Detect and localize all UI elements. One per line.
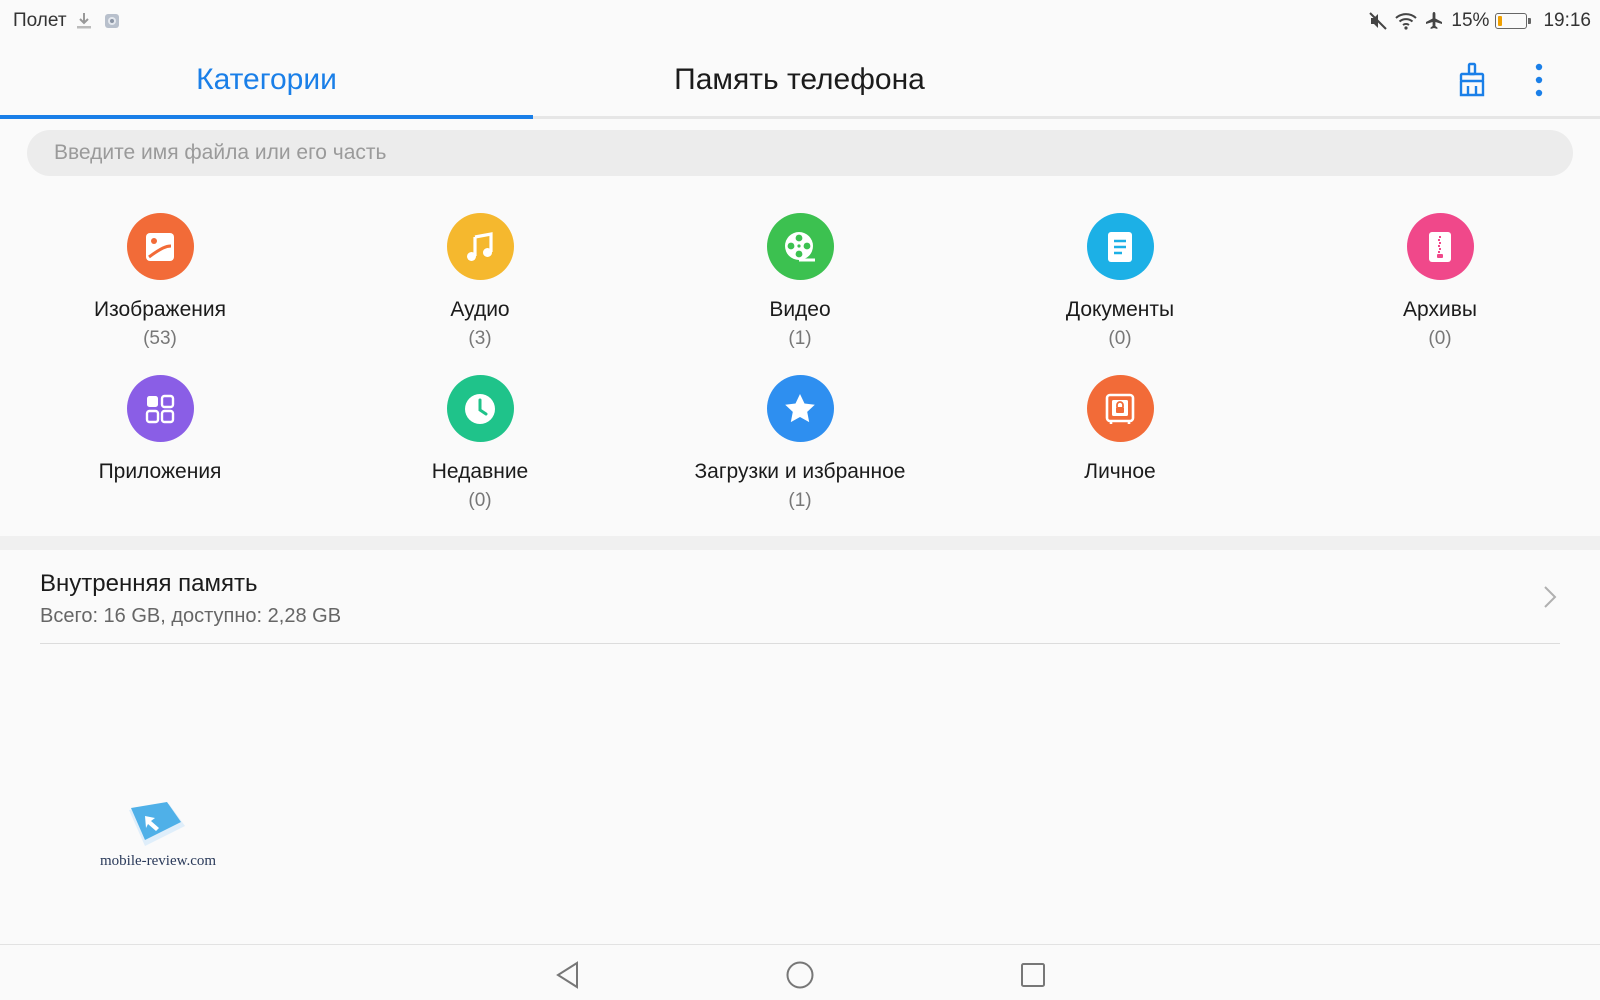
storage-divider bbox=[40, 643, 1560, 644]
category-recent[interactable]: Недавние (0) bbox=[330, 375, 630, 512]
watermark-logo-icon bbox=[129, 802, 185, 846]
archive-icon bbox=[1429, 231, 1451, 262]
category-icon-circle bbox=[1086, 375, 1154, 442]
category-icon-circle bbox=[766, 213, 834, 280]
tab-bar: Категории Память телефона bbox=[0, 40, 1600, 120]
safe-lock-icon bbox=[1105, 393, 1135, 424]
back-button[interactable] bbox=[548, 955, 588, 995]
download-icon bbox=[73, 11, 95, 31]
section-divider bbox=[0, 536, 1600, 550]
category-video[interactable]: Видео (1) bbox=[650, 213, 950, 350]
clock-icon bbox=[465, 393, 495, 424]
airplane-mode-label: Полет bbox=[13, 10, 67, 31]
category-private[interactable]: Личное bbox=[970, 375, 1270, 490]
star-icon bbox=[785, 393, 815, 422]
battery-level bbox=[1498, 16, 1503, 26]
category-icon-circle bbox=[1086, 213, 1154, 280]
image-icon bbox=[146, 232, 174, 261]
category-label: Загрузки и избранное bbox=[694, 460, 906, 483]
app-notification-icon bbox=[101, 11, 123, 31]
back-triangle-icon bbox=[556, 961, 578, 989]
category-count: (1) bbox=[788, 328, 812, 349]
more-options-button[interactable] bbox=[1524, 60, 1554, 100]
category-count: (53) bbox=[143, 328, 177, 349]
category-label: Документы bbox=[1065, 298, 1175, 321]
active-tab-indicator bbox=[0, 115, 533, 119]
home-button[interactable] bbox=[780, 955, 820, 995]
wifi-icon bbox=[1395, 11, 1418, 31]
home-circle-icon bbox=[786, 961, 814, 989]
category-icon-circle bbox=[126, 213, 194, 280]
recents-square-icon bbox=[1021, 963, 1045, 987]
clean-up-button[interactable] bbox=[1452, 60, 1492, 100]
battery-icon bbox=[1495, 13, 1532, 29]
document-icon bbox=[1108, 231, 1132, 262]
watermark-text: mobile-review.com bbox=[100, 853, 217, 869]
internal-storage-item[interactable]: Внутренняя память Всего: 16 GB, доступно… bbox=[0, 550, 1600, 644]
storage-title: Внутренняя память bbox=[40, 570, 258, 597]
category-archives[interactable]: Архивы (0) bbox=[1290, 213, 1590, 350]
tab-phone-storage[interactable]: Память телефона bbox=[533, 40, 1066, 120]
clock-time: 19:16 bbox=[1543, 10, 1591, 31]
storage-capacity: Всего: 16 GB, доступно: 2,28 GB bbox=[40, 605, 342, 627]
apps-grid-icon bbox=[145, 394, 175, 423]
airplane-icon bbox=[1423, 11, 1445, 31]
category-label: Недавние bbox=[431, 460, 529, 483]
navigation-bar bbox=[0, 944, 1600, 1000]
category-icon-circle bbox=[766, 375, 834, 442]
category-count: (0) bbox=[1428, 328, 1452, 349]
category-count: (3) bbox=[468, 328, 492, 349]
search-input[interactable] bbox=[27, 130, 1573, 176]
category-icon-circle bbox=[126, 375, 194, 442]
film-reel-icon bbox=[785, 231, 815, 261]
category-icon-circle bbox=[446, 213, 514, 280]
battery-percent: 15% bbox=[1451, 10, 1490, 31]
category-icon-circle bbox=[1406, 213, 1474, 280]
recents-button[interactable] bbox=[1013, 955, 1053, 995]
category-count: (0) bbox=[468, 490, 492, 511]
watermark: mobile-review.com bbox=[100, 800, 216, 875]
category-label: Изображения bbox=[94, 298, 226, 321]
status-bar-left: Полет bbox=[13, 10, 123, 32]
category-count: (1) bbox=[788, 490, 812, 511]
mute-icon bbox=[1367, 11, 1389, 31]
status-bar-right: 15% 19:16 bbox=[1367, 10, 1591, 32]
chevron-right-icon bbox=[1538, 580, 1562, 614]
status-bar: Полет 15% 19:16 bbox=[0, 0, 1600, 40]
category-label: Архивы bbox=[1403, 298, 1477, 321]
more-vert-icon bbox=[1535, 63, 1543, 97]
category-documents[interactable]: Документы (0) bbox=[970, 213, 1270, 350]
category-label: Личное bbox=[1084, 460, 1156, 483]
category-label: Приложения bbox=[98, 460, 222, 483]
category-label: Видео bbox=[769, 298, 831, 321]
category-apps[interactable]: Приложения bbox=[10, 375, 310, 490]
broom-icon bbox=[1459, 62, 1485, 97]
tab-categories[interactable]: Категории bbox=[0, 40, 533, 120]
category-audio[interactable]: Аудио (3) bbox=[330, 213, 630, 350]
music-note-icon bbox=[467, 231, 493, 261]
category-count: (0) bbox=[1108, 328, 1132, 349]
category-icon-circle bbox=[446, 375, 514, 442]
category-images[interactable]: Изображения (53) bbox=[10, 213, 310, 350]
category-downloads-favorites[interactable]: Загрузки и избранное (1) bbox=[650, 375, 950, 512]
category-label: Аудио bbox=[450, 298, 510, 321]
